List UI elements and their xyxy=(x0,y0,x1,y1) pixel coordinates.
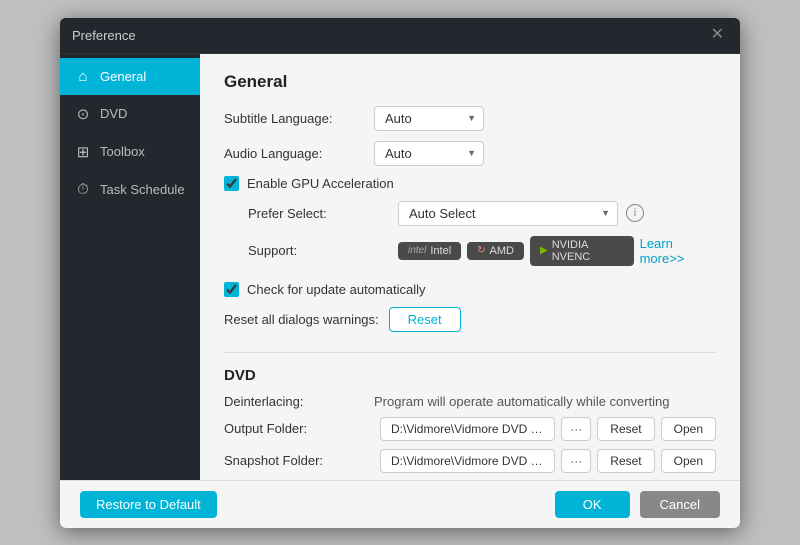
learn-more-link[interactable]: Learn more>> xyxy=(640,236,716,266)
cancel-button[interactable]: Cancel xyxy=(640,491,720,518)
gpu-acceleration-checkbox[interactable] xyxy=(224,176,239,191)
toolbox-icon: ⊞ xyxy=(74,143,92,161)
close-button[interactable]: ✕ xyxy=(707,25,728,45)
sidebar-item-dvd[interactable]: ⊙ DVD xyxy=(60,95,200,133)
reset-dialogs-row: Reset all dialogs warnings: Reset xyxy=(224,307,716,332)
general-title: General xyxy=(224,72,716,92)
subtitle-language-select[interactable]: Auto English Chinese French xyxy=(374,106,484,131)
sidebar: ⌂ General ⊙ DVD ⊞ Toolbox ⏱ Task Schedul… xyxy=(60,54,200,480)
snapshot-folder-dots-button[interactable]: ··· xyxy=(561,449,591,473)
output-folder-row: Output Folder: D:\Vidmore\Vidmore DVD Mo… xyxy=(224,417,716,441)
dialog-footer: Restore to Default OK Cancel xyxy=(60,480,740,528)
deinterlacing-label: Deinterlacing: xyxy=(224,394,374,409)
snapshot-folder-path: D:\Vidmore\Vidmore DVD Monster\Snapshot xyxy=(380,449,555,473)
support-row: Support: intel Intel ↻ AMD ▶ NVIDIA NVEN… xyxy=(248,236,716,266)
deinterlacing-value: Program will operate automatically while… xyxy=(374,394,670,409)
amd-label: AMD xyxy=(490,245,514,257)
intel-label: Intel xyxy=(430,245,451,257)
prefer-select[interactable]: Auto Select Intel AMD NVIDIA NVENC xyxy=(398,201,618,226)
output-folder-open-button[interactable]: Open xyxy=(661,417,716,441)
check-update-row: Check for update automatically xyxy=(224,282,716,297)
nvidia-label: NVIDIA NVENC xyxy=(552,239,624,263)
home-icon: ⌂ xyxy=(74,68,92,85)
main-content: General Subtitle Language: Auto English … xyxy=(200,54,740,480)
title-bar: Preference ✕ xyxy=(60,18,740,54)
sidebar-item-label: Toolbox xyxy=(100,144,145,159)
nvidia-chip: ▶ NVIDIA NVENC xyxy=(530,236,634,266)
snapshot-folder-label: Snapshot Folder: xyxy=(224,453,374,468)
footer-right-buttons: OK Cancel xyxy=(555,491,720,518)
support-chips-container: intel Intel ↻ AMD ▶ NVIDIA NVENC Learn m… xyxy=(398,236,716,266)
dialog-title: Preference xyxy=(72,28,136,43)
gpu-acceleration-label[interactable]: Enable GPU Acceleration xyxy=(247,176,394,191)
snapshot-folder-open-button[interactable]: Open xyxy=(661,449,716,473)
ok-button[interactable]: OK xyxy=(555,491,630,518)
preference-dialog: Preference ✕ ⌂ General ⊙ DVD ⊞ Toolbox ⏱… xyxy=(60,18,740,528)
output-folder-reset-button[interactable]: Reset xyxy=(597,417,654,441)
sidebar-item-label: General xyxy=(100,69,146,84)
prefer-select-label: Prefer Select: xyxy=(248,206,398,221)
restore-defaults-button[interactable]: Restore to Default xyxy=(80,491,217,518)
audio-language-select-wrapper: Auto English Chinese French xyxy=(374,141,484,166)
support-label: Support: xyxy=(248,243,398,258)
dvd-icon: ⊙ xyxy=(74,105,92,123)
reset-dialogs-label: Reset all dialogs warnings: xyxy=(224,312,379,327)
audio-language-label: Audio Language: xyxy=(224,146,374,161)
prefer-select-row: Prefer Select: Auto Select Intel AMD NVI… xyxy=(248,201,716,226)
deinterlacing-row: Deinterlacing: Program will operate auto… xyxy=(224,394,716,409)
sidebar-item-label: Task Schedule xyxy=(100,182,185,197)
sidebar-item-general[interactable]: ⌂ General xyxy=(60,58,200,95)
check-update-checkbox[interactable] xyxy=(224,282,239,297)
audio-language-row: Audio Language: Auto English Chinese Fre… xyxy=(224,141,716,166)
amd-chip: ↻ AMD xyxy=(467,242,524,260)
nvidia-icon: ▶ xyxy=(540,245,548,256)
snapshot-folder-reset-button[interactable]: Reset xyxy=(597,449,654,473)
gpu-acceleration-row: Enable GPU Acceleration xyxy=(224,176,716,191)
audio-language-select[interactable]: Auto English Chinese French xyxy=(374,141,484,166)
sidebar-item-toolbox[interactable]: ⊞ Toolbox xyxy=(60,133,200,171)
intel-icon: intel xyxy=(408,245,426,256)
output-folder-path: D:\Vidmore\Vidmore DVD Monster\Ripper xyxy=(380,417,555,441)
prefer-select-wrapper: Auto Select Intel AMD NVIDIA NVENC xyxy=(398,201,618,226)
amd-icon: ↻ xyxy=(477,245,485,256)
subtitle-language-select-wrapper: Auto English Chinese French xyxy=(374,106,484,131)
sidebar-item-label: DVD xyxy=(100,106,127,121)
section-divider xyxy=(224,352,716,353)
output-folder-dots-button[interactable]: ··· xyxy=(561,417,591,441)
clock-icon: ⏱ xyxy=(74,181,92,198)
output-folder-label: Output Folder: xyxy=(224,421,374,436)
check-update-label[interactable]: Check for update automatically xyxy=(247,282,425,297)
snapshot-folder-row: Snapshot Folder: D:\Vidmore\Vidmore DVD … xyxy=(224,449,716,473)
reset-dialogs-button[interactable]: Reset xyxy=(389,307,461,332)
dialog-content: ⌂ General ⊙ DVD ⊞ Toolbox ⏱ Task Schedul… xyxy=(60,54,740,480)
sidebar-item-task-schedule[interactable]: ⏱ Task Schedule xyxy=(60,171,200,208)
subtitle-language-row: Subtitle Language: Auto English Chinese … xyxy=(224,106,716,131)
intel-chip: intel Intel xyxy=(398,242,461,260)
info-icon[interactable]: i xyxy=(626,204,644,222)
dvd-title: DVD xyxy=(224,367,716,384)
subtitle-language-label: Subtitle Language: xyxy=(224,111,374,126)
